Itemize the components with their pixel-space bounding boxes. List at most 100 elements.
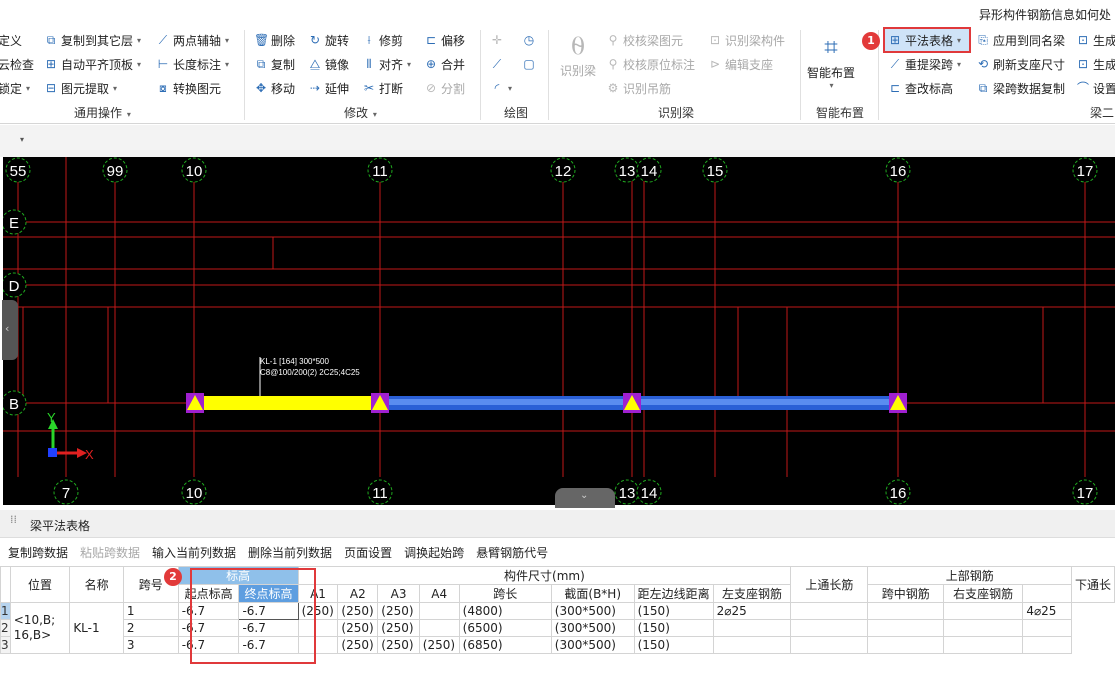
paste-span-data-button[interactable]: 粘贴跨数据 [80, 544, 140, 561]
cell-right-seat[interactable] [942, 602, 1024, 620]
cell-section[interactable]: (300*500) [550, 636, 635, 654]
cad-drawing[interactable]: 55 99 10 11 12 13 14 15 16 17 7 10 11 13 14 16 17 E D B K… [3, 157, 1115, 505]
cell-section[interactable]: (300*500) [550, 619, 635, 637]
length-dimension-button[interactable]: ⊢ 长度标注 ▾ [156, 54, 229, 74]
cell-a3[interactable]: (250) [377, 602, 420, 620]
delete-column-data-button[interactable]: 删除当前列数据 [248, 544, 332, 561]
cell-span-length[interactable]: (6850) [458, 636, 552, 654]
cell-left-seat[interactable] [790, 636, 869, 654]
cell-a4[interactable] [418, 619, 460, 637]
cell-a1[interactable] [297, 619, 339, 637]
apply-same-name-beam-button[interactable]: ⎘ 应用到同名梁 [976, 30, 1065, 50]
extract-element-button[interactable]: ⊟ 图元提取 ▾ [44, 78, 117, 98]
cell-mid-span[interactable] [867, 619, 944, 637]
cell-span-length[interactable]: (6500) [458, 619, 552, 637]
cell-span-length[interactable]: (4800) [458, 602, 552, 620]
cell-left-seat[interactable] [790, 602, 869, 620]
cell-span[interactable]: 2 [122, 619, 179, 637]
offset-button[interactable]: ⊏ 偏移 [424, 30, 465, 50]
align-button[interactable]: ⫴ 对齐 ▾ [362, 54, 411, 74]
smart-layout-button[interactable]: ⌗ 智能布置 ▾ [806, 30, 856, 90]
edit-support-button[interactable]: ⊳ 编辑支座 [708, 54, 773, 74]
trim-button[interactable]: ⟊ 修剪 [362, 30, 403, 50]
cell-a1[interactable]: (250) [297, 602, 339, 620]
recognize-beam-component-button[interactable]: ⊡ 识别梁构件 [708, 30, 785, 50]
table-row[interactable]: 3 3 -6.7 -6.7 (250) (250) (250) (6850) (… [0, 636, 1115, 654]
check-elevation-button[interactable]: ⊏ 查改标高 [888, 78, 953, 98]
selected-beam-span[interactable] [190, 396, 380, 410]
cell-top-bar[interactable] [712, 619, 792, 637]
cell-mid-span[interactable] [867, 636, 944, 654]
cloud-check-button[interactable]: 云检查 [0, 54, 34, 74]
cell-start-elevation[interactable]: -6.7 [177, 636, 240, 654]
cell-a2[interactable]: (250) [337, 602, 379, 620]
split-button[interactable]: ⊘ 分割 [424, 78, 465, 98]
cell-end-elevation[interactable]: -6.7 [238, 636, 299, 654]
draw-arc-button[interactable]: ◜ ▾ [490, 78, 512, 98]
cell-bottom-bar[interactable] [1022, 619, 1072, 637]
break-button[interactable]: ✂ 打断 [362, 78, 403, 98]
rotate-button[interactable]: ↻ 旋转 [308, 30, 349, 50]
cell-end-elevation[interactable]: -6.7 [238, 602, 299, 620]
cell-a2[interactable]: (250) [337, 619, 379, 637]
cell-span[interactable]: 3 [122, 636, 179, 654]
move-button[interactable]: ✥ 移动 [254, 78, 295, 98]
corner-cell[interactable] [0, 566, 11, 603]
re-extract-span-button[interactable]: ⟋ 重提梁跨 ▾ [888, 54, 961, 74]
cell-top-bar[interactable]: 2⌀25 [712, 602, 792, 620]
drag-handle-icon[interactable]: ⁞⁞ [10, 514, 17, 525]
merge-button[interactable]: ⊕ 合并 [424, 54, 465, 74]
cell-a3[interactable]: (250) [377, 619, 420, 637]
extend-button[interactable]: ⇢ 延伸 [308, 78, 349, 98]
recognize-hanger-button[interactable]: ⚙ 识别吊筋 [606, 78, 671, 98]
copy-span-data-button[interactable]: 复制跨数据 [8, 544, 68, 561]
input-column-data-button[interactable]: 输入当前列数据 [152, 544, 236, 561]
generate-button-2[interactable]: ⊡ 生成 [1076, 54, 1115, 74]
refresh-support-size-button[interactable]: ⟲ 刷新支座尺寸 [976, 54, 1065, 74]
cell-right-seat[interactable] [942, 636, 1024, 654]
mirror-button[interactable]: ⧋ 镜像 [308, 54, 349, 74]
cell-a2[interactable]: (250) [337, 636, 379, 654]
panel-header[interactable]: ⁞⁞ 梁平法表格 [0, 510, 1115, 538]
draw-rect-button[interactable]: ▢ [522, 54, 536, 74]
left-panel-toggle[interactable]: ‹ [2, 300, 18, 360]
convert-element-button[interactable]: ⧇ 转换图元 [156, 78, 221, 98]
cell-mid-span[interactable] [867, 602, 944, 620]
two-point-axis-button[interactable]: ⟋ 两点辅轴 ▾ [156, 30, 229, 50]
cell-bottom-bar[interactable]: 4⌀25 [1022, 602, 1072, 620]
drawing-canvas[interactable]: 55 99 10 11 12 13 14 15 16 17 7 10 11 13 14 16 17 E D B K… [3, 157, 1115, 505]
cell-left-seat[interactable] [790, 619, 869, 637]
cell-position[interactable]: <10,B; 16,B> [9, 602, 71, 654]
row-number[interactable]: 1 [0, 602, 11, 620]
cell-span[interactable]: 1 [122, 602, 179, 620]
cell-edge-distance[interactable]: (150) [633, 636, 714, 654]
draw-circle-button[interactable]: ◷ [522, 30, 536, 50]
table-row[interactable]: 2 2 -6.7 -6.7 (250) (250) (6500) (300*50… [0, 619, 1115, 637]
cell-start-elevation[interactable]: -6.7 [177, 602, 240, 620]
flat-method-table-button[interactable]: ⊞ 平法表格 ▾ [883, 27, 971, 53]
draw-line-button[interactable]: ⟋ [490, 54, 504, 74]
cell-a3[interactable]: (250) [377, 636, 420, 654]
recognize-beam-button[interactable]: ⍬ 识别梁 [556, 30, 600, 79]
cell-right-seat[interactable] [942, 619, 1024, 637]
copy-span-data-button[interactable]: ⧉ 梁跨数据复制 [976, 78, 1065, 98]
cell-edge-distance[interactable]: (150) [633, 602, 714, 620]
lock-button[interactable]: 锁定 ▾ [0, 78, 30, 98]
cell-name[interactable]: KL-1 [69, 602, 124, 654]
auto-align-slab-button[interactable]: ⊞ 自动平齐顶板 ▾ [44, 54, 141, 74]
settings-button[interactable]: ⌒ 设置 [1076, 78, 1115, 98]
bottom-panel-toggle[interactable]: ⌄ [555, 488, 615, 508]
cell-start-elevation[interactable]: -6.7 [177, 619, 240, 637]
table-row[interactable]: 1 <10,B; 16,B> KL-1 1 -6.7 -6.7 (250) (2… [0, 602, 1115, 654]
cell-bottom-bar[interactable] [1022, 636, 1072, 654]
row-number[interactable]: 2 [0, 619, 11, 637]
draw-point-button[interactable]: ✛ [490, 30, 504, 50]
page-setup-button[interactable]: 页面设置 [344, 544, 392, 561]
swap-start-span-button[interactable]: 调换起始跨 [404, 544, 464, 561]
define-button[interactable]: 定义 [0, 30, 22, 50]
check-in-situ-label-button[interactable]: ⚲ 校核原位标注 [606, 54, 695, 74]
cell-a4[interactable] [418, 602, 460, 620]
cell-section[interactable]: (300*500) [550, 602, 635, 620]
check-beam-element-button[interactable]: ⚲ 校核梁图元 [606, 30, 683, 50]
delete-button[interactable]: 🗑 删除 [254, 30, 295, 50]
